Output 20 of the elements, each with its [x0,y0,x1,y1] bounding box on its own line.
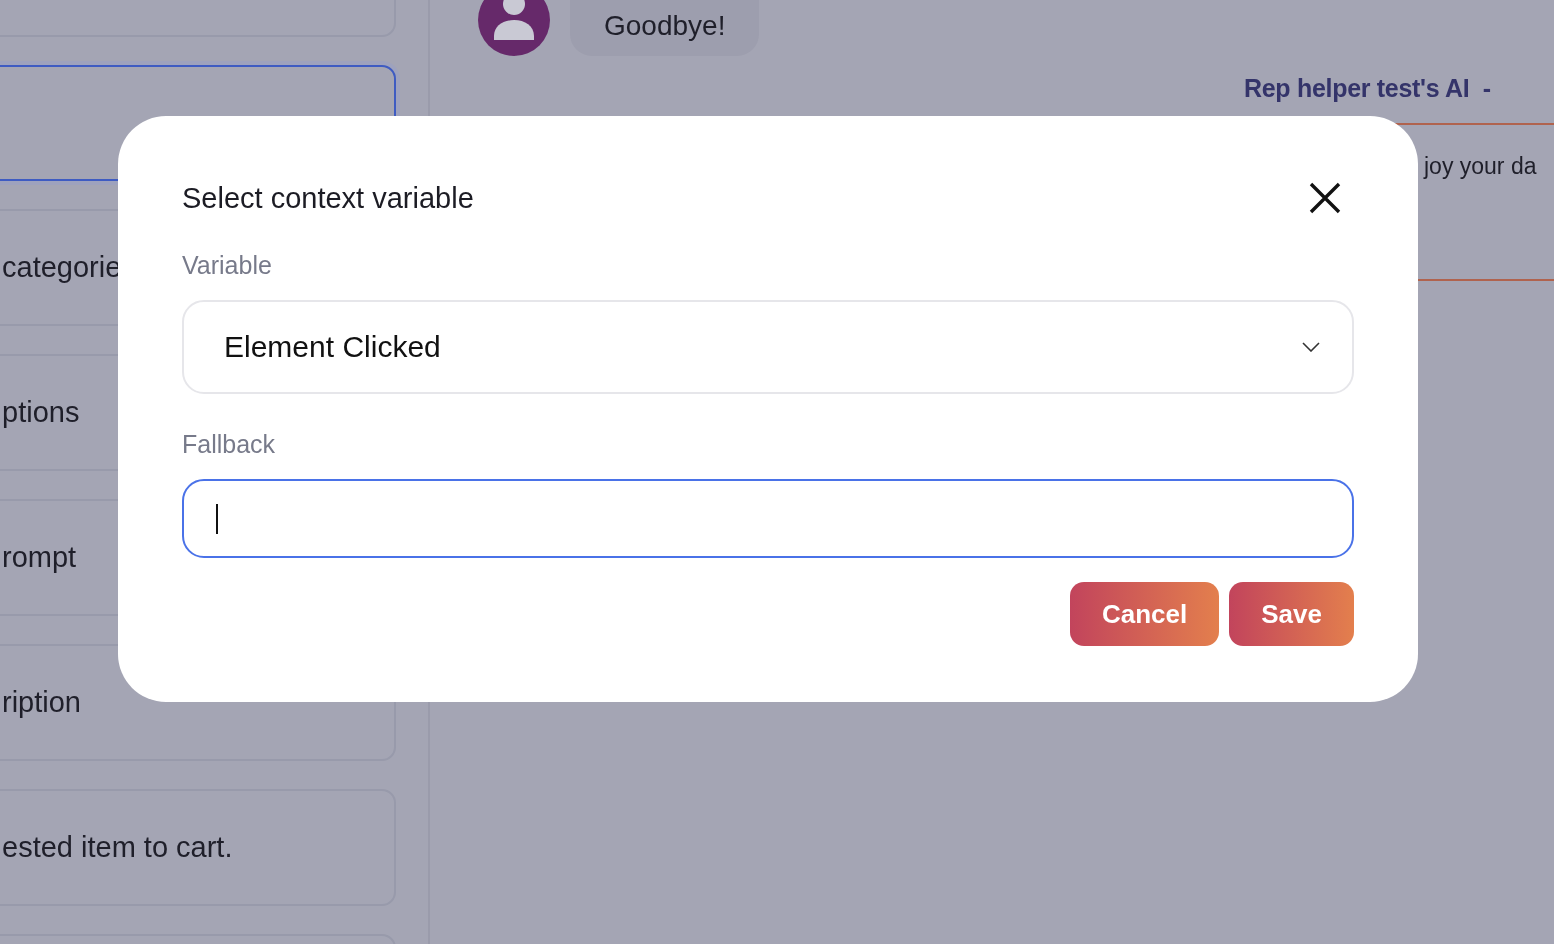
fallback-input[interactable] [182,479,1354,558]
message-bubble: Goodbye! [570,0,760,56]
field-label: Variable [182,251,273,280]
reply-title: Rep helper test's AI - [1243,74,1492,103]
field-label: Fallback [182,430,277,459]
text-cursor [216,503,218,534]
sidebar-card[interactable]: ested item to cart. [0,789,396,906]
variable-select[interactable]: Element Clicked [182,300,1354,394]
user-avatar-icon [478,0,550,56]
dialog-title: Select context variable [182,182,474,215]
card-text: ription [2,686,81,719]
cancel-button[interactable]: Cancel [1070,582,1220,646]
card-text: ptions [2,396,80,429]
chevron-down-icon [1302,342,1320,352]
save-button[interactable]: Save [1229,582,1354,646]
card-text: rompt [2,541,77,574]
card-text: categorie [2,251,122,284]
card-text: ested item to cart. [2,831,233,864]
close-button[interactable] [1308,180,1342,215]
reply-text: joy your da [1422,153,1538,180]
